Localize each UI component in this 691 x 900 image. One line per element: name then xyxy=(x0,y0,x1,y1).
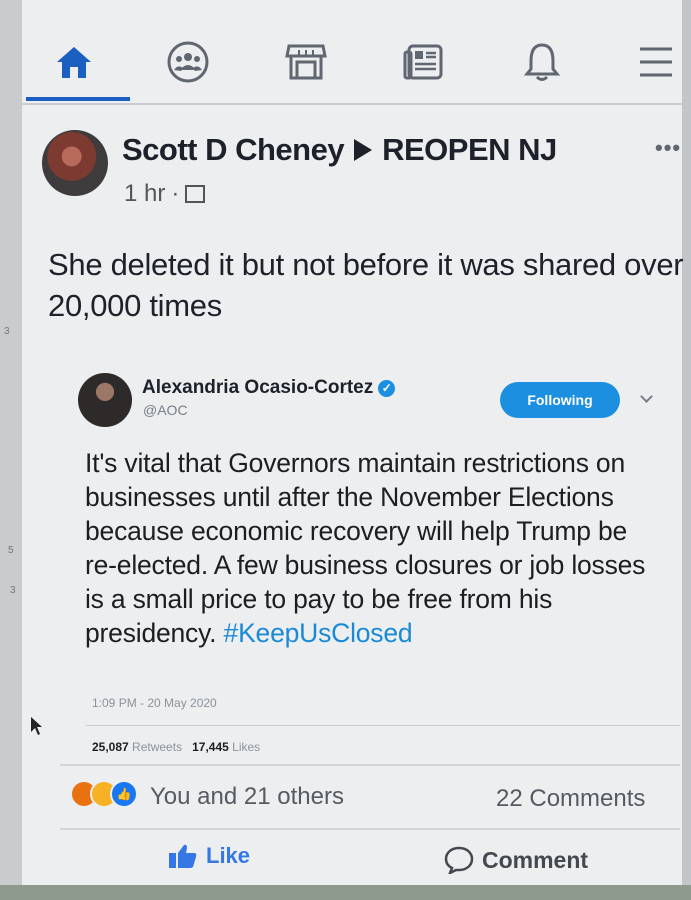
reaction-icons[interactable]: 👍 xyxy=(70,780,138,808)
like-label: Like xyxy=(206,843,251,868)
tweet-timestamp: 1:09 PM - 20 May 2020 xyxy=(92,696,217,710)
comments-count[interactable]: 22 Comments xyxy=(496,785,645,813)
comment-label: Comment xyxy=(482,846,589,873)
post-divider xyxy=(60,764,680,766)
left-screen-edge xyxy=(0,0,22,900)
author-name[interactable]: Scott D Cheney xyxy=(122,132,345,168)
group-audience-icon xyxy=(185,185,206,203)
verified-badge-icon: ✓ xyxy=(378,379,396,397)
comment-button[interactable]: Comment xyxy=(444,846,588,874)
post-meta: 1 hr · xyxy=(124,180,206,208)
marketplace-icon[interactable] xyxy=(284,40,328,84)
likes-count: 17,445 xyxy=(192,740,229,754)
post-author-line: Scott D Cheney REOPEN NJ xyxy=(122,132,557,168)
reactions-summary[interactable]: You and 21 others xyxy=(150,783,344,811)
author-avatar[interactable] xyxy=(42,130,108,196)
margin-number: 3 xyxy=(10,585,16,596)
tweet-author-avatar xyxy=(78,373,132,427)
news-feed-icon[interactable] xyxy=(402,40,446,84)
tweet-divider xyxy=(86,725,680,726)
comment-bubble-icon xyxy=(444,846,474,874)
tweet-stats: 25,087 Retweets 17,445 Likes xyxy=(92,740,260,754)
margin-number: 5 xyxy=(8,545,14,556)
group-name[interactable]: REOPEN NJ xyxy=(382,132,557,168)
menu-icon[interactable] xyxy=(634,40,678,84)
shared-to-arrow-icon xyxy=(354,139,373,161)
active-tab-indicator xyxy=(26,97,130,101)
actions-divider xyxy=(60,828,680,830)
retweets-label: Retweets xyxy=(132,740,183,754)
tweet-author-line: Alexandria Ocasio-Cortez ✓ xyxy=(142,377,396,399)
retweets-count: 25,087 xyxy=(92,740,129,754)
groups-icon[interactable] xyxy=(166,40,210,84)
bottom-screen-edge xyxy=(0,885,691,900)
tweet-text: It's vital that Governors maintain restr… xyxy=(85,446,665,650)
more-options-icon[interactable]: ••• xyxy=(655,135,681,161)
nav-divider xyxy=(22,103,682,105)
likes-label: Likes xyxy=(232,740,261,754)
notifications-icon[interactable] xyxy=(520,40,564,84)
like-reaction-icon: 👍 xyxy=(110,780,138,808)
following-button: Following xyxy=(500,382,620,418)
post-text: She deleted it but not before it was sha… xyxy=(48,247,684,323)
like-button[interactable]: Like xyxy=(168,843,250,869)
separator-dot: · xyxy=(171,180,180,207)
top-navigation-bar xyxy=(22,18,682,106)
margin-number: 3 xyxy=(4,326,10,337)
tweet-hashtag: #KeepUsClosed xyxy=(223,618,413,648)
post-time[interactable]: 1 hr xyxy=(124,180,165,208)
tweet-author-name: Alexandria Ocasio-Cortez xyxy=(142,377,374,398)
right-screen-edge xyxy=(682,0,691,900)
thumbs-up-icon xyxy=(169,844,197,868)
mouse-cursor-icon xyxy=(31,717,42,735)
tweet-handle: @AOC xyxy=(143,402,188,418)
home-icon[interactable] xyxy=(52,40,96,84)
